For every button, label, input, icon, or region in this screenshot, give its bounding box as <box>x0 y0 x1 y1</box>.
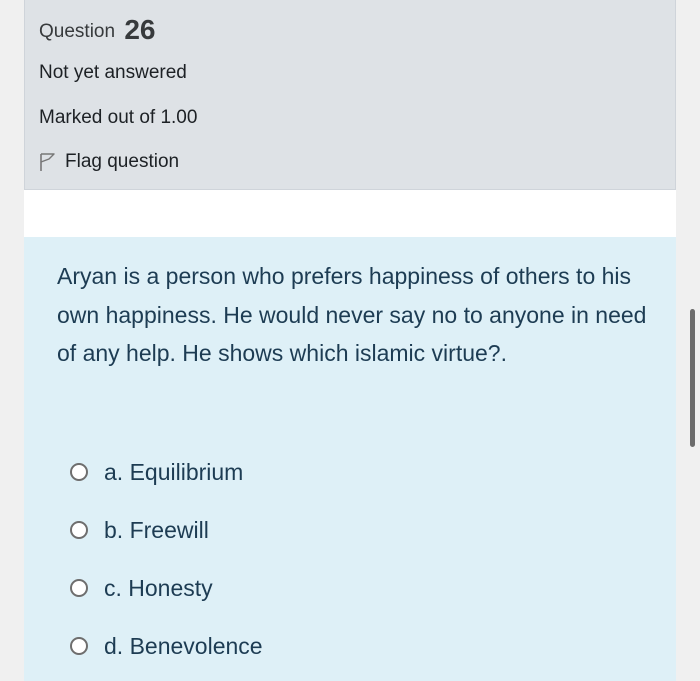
answer-letter: c. <box>104 574 122 601</box>
answer-text: Equilibrium <box>129 458 244 485</box>
flag-question-link[interactable]: Flag question <box>39 151 179 173</box>
answer-text: Freewill <box>129 516 209 543</box>
question-text: Aryan is a person who prefers happiness … <box>57 263 647 366</box>
answer-letter: a. <box>104 458 124 485</box>
answer-letter: d. <box>104 632 124 659</box>
answer-option-b[interactable]: b. Freewill <box>70 501 263 559</box>
radio-button[interactable] <box>70 637 88 655</box>
question-label-text: Question <box>39 21 116 42</box>
answer-option-c[interactable]: c. Honesty <box>70 559 263 617</box>
answer-text: Benevolence <box>129 632 263 659</box>
quiz-page: Question 26 Not yet answered Marked out … <box>24 0 676 681</box>
answer-option-a[interactable]: a. Equilibrium <box>70 443 263 501</box>
radio-button[interactable] <box>70 463 88 481</box>
answer-text: Honesty <box>128 574 213 601</box>
flag-icon <box>40 153 55 171</box>
question-label: Question 26 <box>39 14 155 46</box>
question-info-panel: Question 26 Not yet answered Marked out … <box>24 0 676 190</box>
answer-option-d[interactable]: d. Benevolence <box>70 617 263 675</box>
question-state: Not yet answered <box>39 62 187 83</box>
answer-list: a. Equilibrium b. Freewill c. Honesty d.… <box>70 443 263 675</box>
flag-question-label: Flag question <box>65 151 180 172</box>
question-grade: Marked out of 1.00 <box>39 107 198 128</box>
question-number: 26 <box>124 14 156 45</box>
question-content: Aryan is a person who prefers happiness … <box>24 237 676 681</box>
answer-letter: b. <box>104 516 124 543</box>
radio-button[interactable] <box>70 579 88 597</box>
radio-button[interactable] <box>70 521 88 539</box>
scrollbar[interactable] <box>690 309 695 447</box>
